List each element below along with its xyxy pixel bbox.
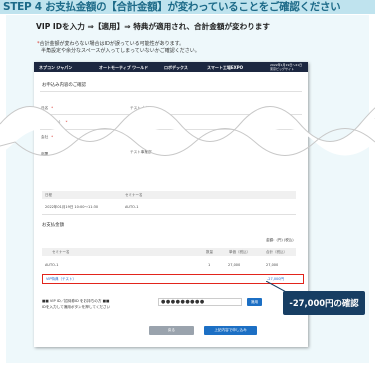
payment-col-unit: 単価（税込） <box>229 250 250 254</box>
exhibition-navbar: ネプコン ジャパン オートモーティブ ワールド ロボデックス スマート工場EXP… <box>34 62 308 72</box>
nav-venue-text: 東京ビッグサイト <box>270 67 295 71</box>
back-button[interactable]: 戻る <box>149 326 194 335</box>
torn-edge-divider <box>0 106 375 156</box>
callout-badge: -27,000円の確認 <box>283 291 365 315</box>
torn-edge-fill <box>0 106 375 156</box>
payment-row-unit: 27,000 <box>228 263 241 267</box>
nav-item-smart-factory[interactable]: スマート工場EXPO <box>207 65 243 71</box>
payment-section-title: お支払金額 <box>42 223 64 228</box>
seminar-table-header: 日程 セミナー名 <box>42 191 296 199</box>
step-header: STEP 4 お支払金額の【合計金額】が変わっていることをご確認ください <box>0 0 375 14</box>
apply-button[interactable]: 適用 <box>247 298 262 306</box>
step-title: STEP 4 お支払金額の【合計金額】が変わっていることをご確認ください <box>3 1 341 13</box>
payment-row-name: AUTO-1 <box>45 263 59 267</box>
nav-date: 2022年1月19日～21日 東京ビッグサイト <box>270 63 302 71</box>
seminar-col-name: セミナー名 <box>125 193 143 197</box>
payment-col-name: セミナー名 <box>52 250 70 254</box>
payment-row-qty: 1 <box>208 263 211 267</box>
discount-row-name[interactable]: VIP特典（テスト） <box>46 277 76 282</box>
payment-table-header: セミナー名 数量 単価（税込） 合計（税込） <box>42 248 296 256</box>
vip-label: ■■ VIP ID／招待券ID をお持ちの方 ■■ IDを入力して適用ボタンを押… <box>42 298 110 310</box>
seminar-row-date: 2022年01月19日 10:00～11:30 <box>45 205 99 209</box>
payment-col-qty: 数量 <box>206 250 213 254</box>
vip-label-line-2: IDを入力して適用ボタンを押してください <box>42 305 111 309</box>
seminar-col-date: 日程 <box>45 193 52 197</box>
nav-item-automotive[interactable]: オートモーティブ ワールド <box>99 65 148 71</box>
instruction-note-2: 半角設定や余分なスペースが入ってしまっていないかご確認ください。 <box>41 48 200 54</box>
seminar-row-name: AUTO-1 <box>125 205 139 209</box>
discount-row-highlight: VIP特典（テスト） -27,000円 <box>42 274 304 284</box>
nav-item-nepcon[interactable]: ネプコン ジャパン <box>39 65 72 71</box>
instruction-main: VIP IDを入力 ⇒【適用】⇒ 特典が適用され、合計金額が変わります <box>36 22 270 31</box>
payment-col-total: 合計（税込） <box>266 250 287 254</box>
instruction-note-1: *合計金額が変わらない場合はIDが誤っている可能性があります。 <box>37 41 184 48</box>
nav-item-robodex[interactable]: ロボデックス <box>164 65 188 71</box>
note-text-1: 合計金額が変わらない場合はIDが誤っている可能性があります。 <box>39 41 185 47</box>
divider <box>42 214 296 215</box>
submit-button[interactable]: 上記内容で申し込み <box>204 326 257 335</box>
payment-row-total: 27,000 <box>266 263 279 267</box>
vip-id-input[interactable]: ●●●●●●●●● <box>158 298 242 306</box>
currency-note: 金額：(円) (税込) <box>266 238 294 242</box>
